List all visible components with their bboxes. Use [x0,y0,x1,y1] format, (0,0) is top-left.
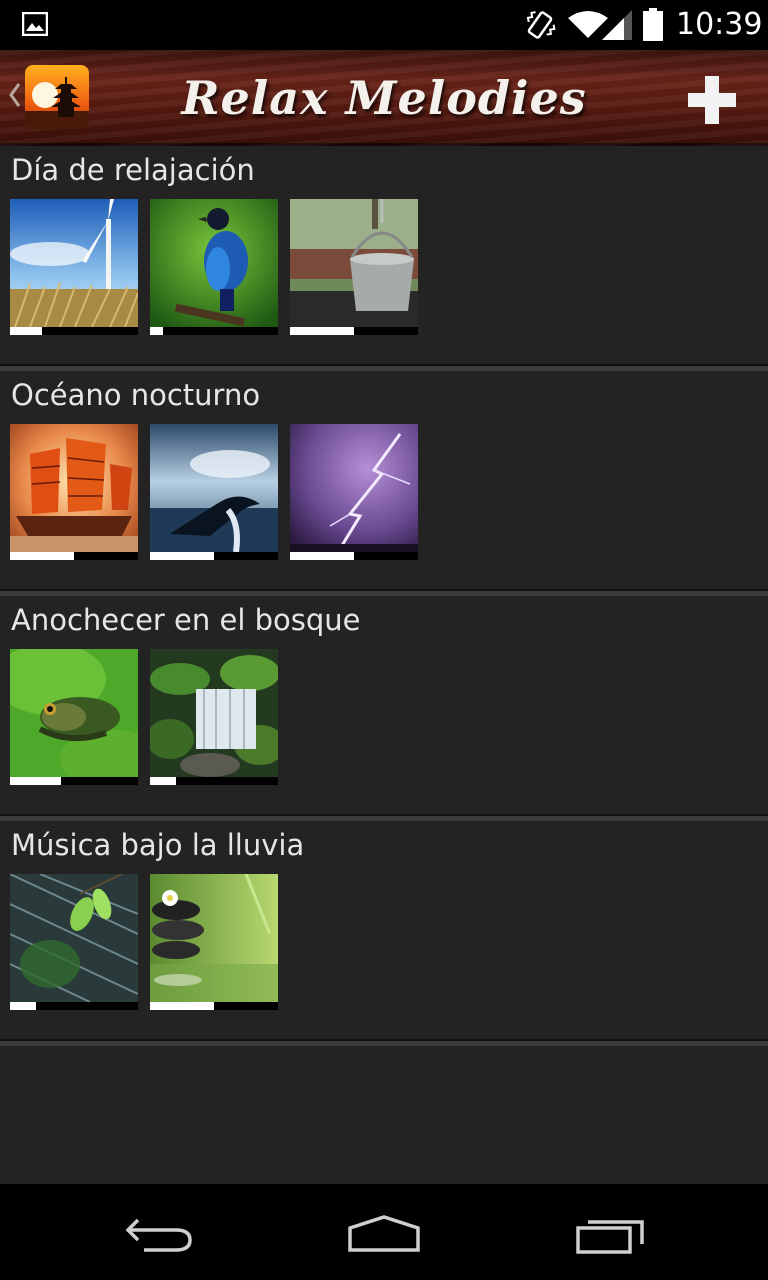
volume-bar[interactable] [150,327,278,335]
back-icon[interactable] [124,1214,196,1254]
mix-section: Anochecer en el bosque [0,596,768,821]
section-divider [0,1039,768,1046]
status-bar: 10:39 [0,0,768,50]
section-divider [0,814,768,821]
sound-tile-ship[interactable] [10,424,138,560]
add-button[interactable] [686,74,738,126]
vibrate-icon [526,11,556,39]
home-icon[interactable] [346,1214,422,1254]
water-well-bucket-image [290,199,418,327]
section-divider [0,364,768,371]
rain-leaves-image [10,874,138,1002]
mix-section: Océano nocturno [0,371,768,596]
image-notification-icon [22,12,48,36]
volume-bar[interactable] [10,552,138,560]
blue-bird-image [150,199,278,327]
volume-bar[interactable] [10,777,138,785]
sound-tile-frog[interactable] [10,649,138,785]
sound-tile-waterfall[interactable] [150,649,278,785]
section-title[interactable]: Océano nocturno [11,375,260,415]
section-title[interactable]: Música bajo la lluvia [11,825,304,865]
wind-turbine-wheat-image [10,199,138,327]
volume-bar[interactable] [10,327,138,335]
sound-tile-zen[interactable] [150,874,278,1010]
section-title[interactable]: Anochecer en el bosque [11,600,361,640]
sound-tile-whale[interactable] [150,424,278,560]
sound-tile-well[interactable] [290,199,418,335]
sound-tile-bird[interactable] [150,199,278,335]
section-divider [0,589,768,596]
forest-waterfall-image [150,649,278,777]
volume-bar[interactable] [150,777,278,785]
volume-bar[interactable] [150,1002,278,1010]
sound-tile-rain[interactable] [10,874,138,1010]
volume-bar[interactable] [150,552,278,560]
sound-tile-wind-turbine[interactable] [10,199,138,335]
plus-icon [688,76,736,124]
status-clock: 10:39 [676,7,763,42]
app-title: Relax Melodies [181,71,587,125]
volume-bar[interactable] [290,552,418,560]
whale-tail-image [150,424,278,552]
volume-bar[interactable] [290,327,418,335]
zen-stones-water-image [150,874,278,1002]
lightning-storm-image [290,424,418,552]
mix-section: Música bajo la lluvia [0,821,768,1046]
recent-apps-icon[interactable] [574,1216,648,1256]
volume-bar[interactable] [10,1002,138,1010]
navigation-bar [0,1184,768,1280]
signal-icon [602,10,632,40]
section-title[interactable]: Día de relajación [11,150,255,190]
sailing-junk-ship-image [10,424,138,552]
frog-on-lily-pad-image [10,649,138,777]
sound-tile-storm[interactable] [290,424,418,560]
action-bar: Relax Melodies [0,50,768,146]
battery-icon [643,8,663,41]
mix-section: Día de relajación [0,146,768,371]
